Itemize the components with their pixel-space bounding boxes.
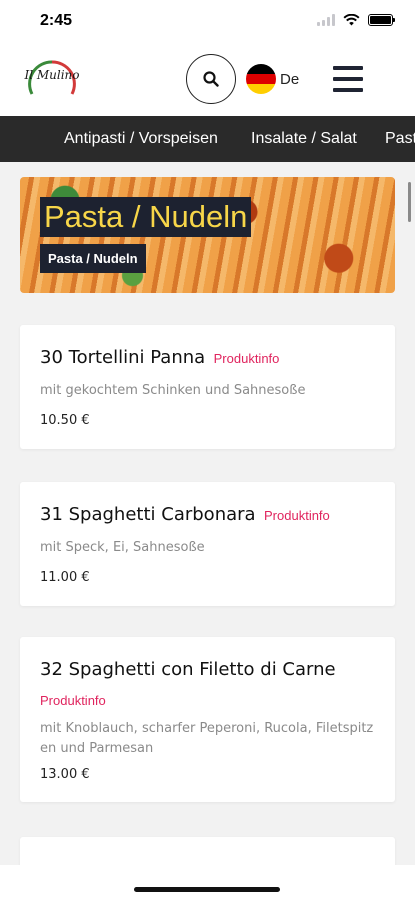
hero-subtitle: Pasta / Nudeln bbox=[40, 244, 146, 273]
dish-name: 30 Tortellini Panna bbox=[40, 347, 206, 368]
scrollbar[interactable] bbox=[408, 182, 411, 222]
search-icon bbox=[203, 71, 219, 87]
restaurant-logo[interactable]: Il Mulino bbox=[20, 54, 84, 104]
app-header: Il Mulino De bbox=[0, 46, 415, 116]
dish-name: 32 Spaghetti con Filetto di Carne bbox=[40, 659, 336, 680]
dish-description: mit Knoblauch, scharfer Peperoni, Rucola… bbox=[40, 721, 374, 756]
dish-card[interactable]: 30 Tortellini Panna Produktinfo mit geko… bbox=[20, 325, 395, 449]
product-info-link[interactable]: Produktinfo bbox=[264, 508, 330, 523]
status-time: 2:45 bbox=[40, 12, 73, 29]
dish-price: 10.50 € bbox=[40, 413, 90, 428]
dish-description: mit gekochtem Schinken und Sahnesoße bbox=[40, 383, 306, 398]
hero-title: Pasta / Nudeln bbox=[40, 197, 252, 237]
home-indicator[interactable] bbox=[134, 887, 280, 892]
dish-price: 11.00 € bbox=[40, 570, 90, 585]
status-icons bbox=[317, 14, 395, 26]
dish-description: mit Speck, Ei, Sahnesoße bbox=[40, 540, 205, 555]
category-hero-image: Pasta / Nudeln Pasta / Nudeln bbox=[20, 177, 395, 293]
dish-card[interactable]: 32 Spaghetti con Filetto di Carne Produk… bbox=[20, 637, 395, 802]
search-button[interactable] bbox=[186, 54, 236, 104]
dish-price: 13.00 € bbox=[40, 767, 90, 782]
category-tab-bar[interactable]: Antipasti / Vorspeisen Insalate / Salat … bbox=[0, 116, 415, 162]
status-bar: 2:45 bbox=[0, 0, 415, 46]
tab-pasta[interactable]: Pasta / Nudeln bbox=[385, 130, 415, 148]
hamburger-menu-icon[interactable] bbox=[333, 66, 363, 92]
logo-text: Il Mulino bbox=[24, 68, 80, 82]
dish-card[interactable] bbox=[20, 837, 395, 865]
tab-insalate[interactable]: Insalate / Salat bbox=[251, 130, 357, 148]
battery-icon bbox=[368, 14, 395, 26]
wifi-icon bbox=[343, 14, 360, 26]
signal-icon bbox=[317, 14, 335, 26]
tab-antipasti[interactable]: Antipasti / Vorspeisen bbox=[64, 130, 218, 148]
language-label[interactable]: De bbox=[280, 71, 299, 88]
germany-flag-icon[interactable] bbox=[246, 64, 276, 94]
product-info-link[interactable]: Produktinfo bbox=[214, 351, 280, 366]
dish-card[interactable]: 31 Spaghetti Carbonara Produktinfo mit S… bbox=[20, 482, 395, 606]
product-info-link[interactable]: Produktinfo bbox=[40, 693, 106, 708]
home-indicator-area bbox=[0, 865, 415, 900]
menu-content[interactable]: Pasta / Nudeln Pasta / Nudeln 30 Tortell… bbox=[0, 162, 415, 865]
dish-name: 31 Spaghetti Carbonara bbox=[40, 504, 256, 525]
